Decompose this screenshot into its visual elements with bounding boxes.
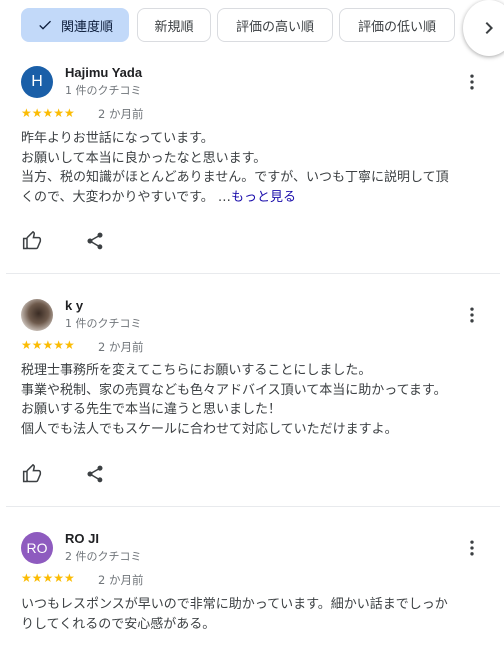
review-text-line: 個人でも法人でもスケールに合わせて対応していただけますよ。 <box>21 421 398 437</box>
thumbs-up-icon[interactable] <box>22 464 42 484</box>
more-options-icon[interactable] <box>462 538 482 558</box>
review-text-line: りしてくれるので安心感がある。 <box>21 616 216 632</box>
sort-lowest-label: 評価の低い順 <box>357 19 436 35</box>
share-icon[interactable] <box>85 231 105 251</box>
thumbs-up-icon[interactable] <box>22 231 42 251</box>
review-text-line: くので、大変わかりやすいです。 … <box>21 189 231 205</box>
scroll-right-button[interactable] <box>463 0 504 56</box>
check-icon <box>39 20 51 30</box>
chevron-right-icon <box>485 22 493 34</box>
review-count: 1 件のクチコミ <box>65 84 142 97</box>
read-more-link[interactable]: もっと見る <box>231 190 296 205</box>
review-count: 1 件のクチコミ <box>65 317 142 330</box>
review-divider <box>6 273 500 274</box>
review-text-line: いつもレスポンスが早いので非常に助かっています。細かい話までしっか <box>21 597 448 612</box>
review-count: 2 件のクチコミ <box>65 550 142 563</box>
sort-relevance-chip[interactable]: 関連度順 <box>21 8 129 42</box>
sort-lowest-chip[interactable]: 評価の低い順 <box>339 8 455 42</box>
review-text-line: 昨年よりお世話になっています。 <box>21 131 214 146</box>
review-date: 2 か月前 <box>98 107 144 121</box>
sort-highest-label: 評価の高い順 <box>235 19 314 35</box>
review-text: いつもレスポンスが早いので非常に助かっています。細かい話までしっか りしてくれる… <box>21 595 491 634</box>
sort-relevance-label: 関連度順 <box>60 19 113 35</box>
review-text: 税理士事務所を変えてこちらにお願いすることにしました。 事業や税制、家の売買など… <box>21 361 491 439</box>
review-text-line: お願いして本当に良かったなと思います。 <box>21 150 267 166</box>
review-text: 昨年よりお世話になっています。 お願いして本当に良かったなと思います。 当方、税… <box>21 129 491 207</box>
review-date: 2 か月前 <box>98 340 144 354</box>
star-rating: ★★★★★ <box>21 106 75 120</box>
star-rating: ★★★★★ <box>21 571 75 585</box>
review-divider <box>6 506 500 507</box>
avatar[interactable]: H <box>21 66 53 98</box>
share-icon[interactable] <box>85 464 105 484</box>
more-options-icon[interactable] <box>462 305 482 325</box>
sort-newest-label: 新規順 <box>154 19 194 35</box>
sort-chip-bar: 関連度順 新規順 評価の高い順 評価の低い順 <box>0 0 504 56</box>
star-rating: ★★★★★ <box>21 338 75 352</box>
reviewer-name[interactable]: k y <box>65 298 83 313</box>
avatar[interactable] <box>21 299 53 331</box>
reviewer-name[interactable]: RO JI <box>65 531 99 546</box>
review-text-line: 当方、税の知識がほとんどありません。ですが、いつも丁寧に説明して頂 <box>21 170 449 185</box>
sort-newest-chip[interactable]: 新規順 <box>137 8 211 42</box>
review-text-line: お願いする先生で本当に違うと思いました！ <box>21 402 282 417</box>
review-date: 2 か月前 <box>98 573 144 587</box>
review-text-line: 税理士事務所を変えてこちらにお願いすることにしました。 <box>21 363 372 378</box>
more-options-icon[interactable] <box>462 72 482 92</box>
sort-highest-chip[interactable]: 評価の高い順 <box>217 8 333 42</box>
reviewer-name[interactable]: Hajimu Yada <box>65 65 142 80</box>
review-text-line: 事業や税制、家の売買なども色々アドバイス頂いて本当に助かってます。 <box>21 382 447 398</box>
avatar[interactable]: RO <box>21 532 53 564</box>
